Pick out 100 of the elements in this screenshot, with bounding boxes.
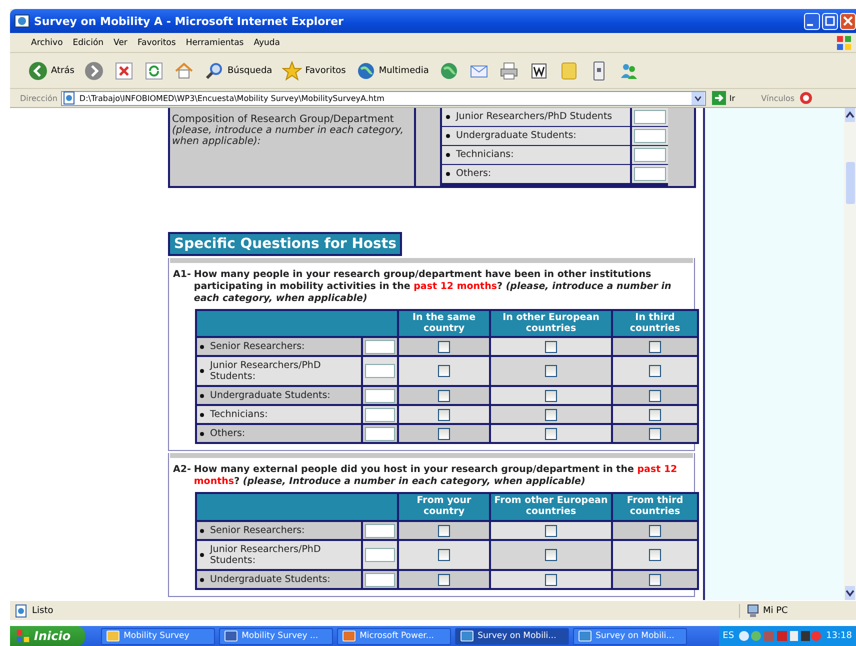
checkbox[interactable]: [649, 428, 661, 440]
checkbox[interactable]: [649, 549, 661, 562]
category-label: Junior Researchers/PhD Students: [456, 110, 612, 124]
toolbar-button[interactable]: Favoritos: [278, 58, 350, 82]
clock: 13:18: [826, 631, 852, 641]
address-field[interactable]: D:\Trabajo\INFOBIOMED\WP3\Encuesta\Mobility Survey\MobilitySurveyA.htm: [61, 90, 706, 106]
row-label: Senior Researchers:: [210, 341, 305, 352]
taskbar-button[interactable]: Mobility Survey: [100, 628, 215, 644]
globe-icon: [438, 60, 459, 80]
column-header: In third countries: [613, 310, 697, 336]
dropdown-icon[interactable]: [691, 92, 706, 104]
number-input[interactable]: [365, 426, 395, 441]
checkbox[interactable]: [545, 574, 557, 586]
bullet-icon: [200, 553, 204, 558]
checkbox[interactable]: [545, 524, 557, 537]
composition-label: Composition of Research Group/Department: [172, 114, 395, 125]
maximize-button[interactable]: [822, 12, 838, 30]
house-icon: [174, 60, 194, 80]
checkbox[interactable]: [438, 365, 450, 378]
app-icon: [224, 629, 238, 643]
column-header: In the same country: [399, 310, 489, 336]
number-input[interactable]: [634, 148, 666, 162]
page-icon: [14, 604, 28, 618]
checkbox[interactable]: [649, 408, 661, 421]
checkbox[interactable]: [438, 574, 450, 586]
toolbar-button[interactable]: Multimedia: [352, 58, 433, 82]
close-button[interactable]: [840, 12, 856, 30]
toolbar-button[interactable]: Búsqueda: [200, 58, 276, 82]
bullet-icon: [446, 115, 450, 119]
bullet-icon: [446, 172, 450, 176]
bullet-icon: [200, 412, 204, 417]
start-button[interactable]: Inicio: [10, 626, 85, 646]
scroll-up-icon[interactable]: [845, 108, 855, 122]
number-input[interactable]: [365, 408, 395, 422]
checkbox[interactable]: [545, 340, 557, 353]
scroll-thumb[interactable]: [846, 162, 854, 204]
checkbox[interactable]: [649, 390, 661, 402]
tray-icons-drawing[interactable]: [738, 629, 822, 643]
bullet-icon: [200, 394, 204, 398]
app-icon: [460, 629, 474, 643]
number-input[interactable]: [365, 548, 395, 562]
checkbox[interactable]: [545, 549, 557, 562]
menu-item[interactable]: Favoritos: [132, 38, 181, 48]
checkbox[interactable]: [438, 340, 450, 353]
checkbox[interactable]: [545, 428, 557, 440]
bullet-icon: [200, 432, 204, 436]
checkbox[interactable]: [438, 549, 450, 562]
checkbox[interactable]: [649, 365, 661, 378]
number-input[interactable]: [365, 364, 395, 378]
page-icon: [62, 91, 76, 105]
row-label: Undergraduate Students:: [210, 390, 330, 402]
scroll-down-icon[interactable]: [845, 586, 855, 600]
checkbox[interactable]: [649, 524, 661, 537]
menu-item[interactable]: Ayuda: [248, 38, 285, 48]
minimize-button[interactable]: [804, 12, 820, 30]
number-input[interactable]: [634, 129, 666, 143]
checkbox[interactable]: [438, 428, 450, 440]
go-button[interactable]: Ir: [710, 91, 748, 105]
checkbox[interactable]: [545, 390, 557, 402]
taskbar-button[interactable]: Microsoft Power...: [336, 628, 451, 644]
menu-item[interactable]: Archivo: [26, 38, 68, 48]
taskbar-button[interactable]: Mobility Survey ...: [218, 628, 333, 644]
number-input[interactable]: [365, 388, 395, 403]
taskbar-button[interactable]: Survey on Mobili...: [454, 628, 569, 644]
number-input[interactable]: [365, 524, 395, 538]
document-icon: [528, 60, 549, 80]
question-number: A1-: [173, 269, 191, 282]
checkbox[interactable]: [545, 408, 557, 421]
star-icon: [282, 60, 302, 80]
menu-item[interactable]: Herramientas: [180, 38, 249, 48]
globe-icon: [356, 60, 376, 80]
column-header: In other European countries: [491, 310, 611, 336]
checkbox[interactable]: [438, 390, 450, 402]
bullet-icon: [446, 134, 450, 138]
number-input[interactable]: [634, 110, 666, 124]
menu-item[interactable]: Edición: [68, 38, 109, 48]
checkbox[interactable]: [649, 340, 661, 353]
row-label: Technicians:: [210, 409, 268, 420]
links-label[interactable]: Vínculos: [761, 94, 795, 102]
toolbar-button[interactable]: Atrás: [24, 58, 78, 82]
checkbox[interactable]: [649, 574, 661, 586]
checkbox[interactable]: [545, 365, 557, 378]
row-label: Others:: [210, 428, 246, 440]
question-text: How many people in your research group/department have been in other institutions participating in mobility activities in the past 12 months? (please, introduce a number in each category, when applicable): [194, 269, 672, 305]
vertical-scrollbar[interactable]: [844, 108, 856, 600]
menu-item[interactable]: Ver: [108, 38, 132, 48]
checkbox[interactable]: [438, 408, 450, 421]
bullet-icon: [200, 369, 204, 374]
taskbar-button[interactable]: Survey on Mobili...: [572, 628, 687, 644]
category-label: Undergraduate Students:: [456, 129, 576, 143]
maximize-icon: [825, 16, 835, 26]
column-header: From your country: [399, 494, 489, 520]
number-input[interactable]: [365, 572, 395, 587]
composition-note: (please, introduce a number in each category, when applicable):: [172, 125, 405, 147]
number-input[interactable]: [634, 167, 666, 181]
windows-logo-icon: [16, 629, 30, 643]
row-label: Junior Researchers/PhD Students:: [210, 360, 322, 382]
number-input[interactable]: [365, 340, 395, 354]
checkbox[interactable]: [438, 524, 450, 537]
window-title: Survey on Mobility A - Microsoft Internet Explorer: [34, 14, 344, 28]
